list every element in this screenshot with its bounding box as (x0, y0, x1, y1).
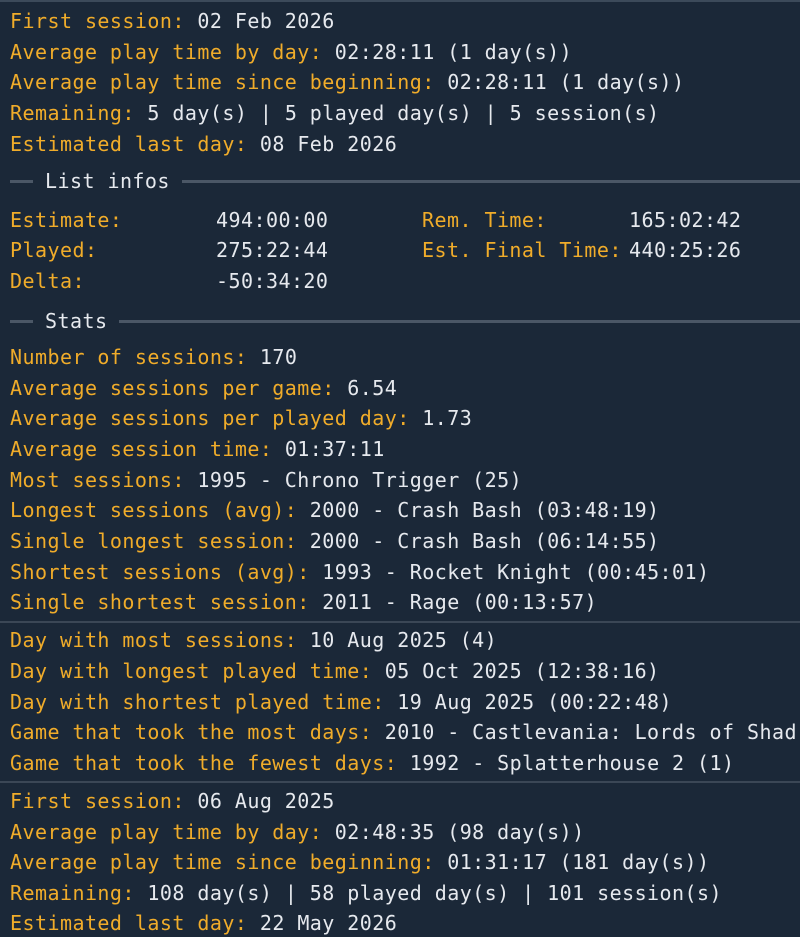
est-final-time-value: 440:25:26 (629, 238, 742, 262)
day-stats-row: Day with shortest played time: 19 Aug 20… (10, 688, 672, 716)
stats-row: Average sessions per played day: 1.73 (10, 404, 472, 432)
stats-header: Stats (0, 307, 800, 335)
header-rule (10, 319, 33, 323)
stats-row-label: Average session time: (10, 437, 273, 461)
stats-row-label: Single longest session: (10, 529, 298, 553)
avg-play-since-value: 01:31:17 (181 day(s)) (447, 850, 710, 874)
first-session-value: 02 Feb 2026 (197, 9, 335, 33)
day-stats-label: Game that took the fewest days: (10, 751, 398, 775)
stats-row-label: Number of sessions: (10, 345, 248, 369)
stats-row: Most sessions: 1995 - Chrono Trigger (25… (10, 466, 522, 494)
day-stats-value: 2010 - Castlevania: Lords of Shad (384, 720, 797, 744)
header-rule (181, 179, 800, 183)
stats-row: Longest sessions (avg): 2000 - Crash Bas… (10, 496, 660, 524)
first-session-row: First session: 02 Feb 2026 (10, 7, 335, 35)
stats-row-label: Longest sessions (avg): (10, 498, 298, 522)
stats-row-value: 2000 - Crash Bash (03:48:19) (309, 498, 660, 522)
header-rule (10, 179, 33, 183)
day-stats-value: 10 Aug 2025 (4) (309, 628, 498, 652)
remaining-label: Remaining: (10, 101, 135, 125)
avg-play-since-label: Average play time since beginning: (10, 850, 435, 874)
avg-play-by-day-value: 02:28:11 (1 day(s)) (334, 40, 573, 64)
estimated-last-day-label: Estimated last day: (10, 911, 248, 935)
first-session-label: First session: (10, 789, 185, 813)
delta-value: -50:34:20 (216, 269, 329, 293)
separator (0, 621, 800, 623)
day-stats-label: Day with shortest played time: (10, 690, 385, 714)
avg-play-since-row: Average play time since beginning: 02:28… (10, 68, 685, 96)
stats-row: Single shortest session: 2011 - Rage (00… (10, 588, 597, 616)
rem-time-label: Rem. Time: (422, 208, 547, 232)
stats-row: Single longest session: 2000 - Crash Bas… (10, 527, 660, 555)
avg-play-since-row: Average play time since beginning: 01:31… (10, 848, 710, 876)
stats-row: Average sessions per game: 6.54 (10, 374, 397, 402)
header-rule (119, 319, 800, 323)
avg-play-since-label: Average play time since beginning: (10, 70, 435, 94)
estimated-last-day-label: Estimated last day: (10, 132, 248, 156)
stats-row: Number of sessions: 170 (10, 343, 297, 371)
avg-play-by-day-row: Average play time by day: 02:48:35 (98 d… (10, 818, 585, 846)
day-stats-label: Day with most sessions: (10, 628, 298, 652)
day-stats-row: Game that took the fewest days: 1992 - S… (10, 749, 735, 777)
estimated-last-day-value: 08 Feb 2026 (259, 132, 398, 156)
stats-row-label: Average sessions per played day: (10, 406, 410, 430)
stats-row-label: Shortest sessions (avg): (10, 560, 310, 584)
day-stats-label: Day with longest played time: (10, 659, 373, 683)
first-session-value: 06 Aug 2025 (197, 789, 335, 813)
stats-title: Stats (45, 309, 108, 333)
stats-row-label: Average sessions per game: (10, 376, 335, 400)
remaining-row: Remaining: 5 day(s) | 5 played day(s) | … (10, 99, 660, 127)
estimate-label: Estimate: (10, 208, 123, 232)
list-infos-title: List infos (45, 169, 170, 193)
est-final-time-label: Est. Final Time: (422, 238, 622, 262)
avg-play-by-day-label: Average play time by day: (10, 820, 323, 844)
first-session-label: First session: (10, 9, 185, 33)
remaining-value: 108 day(s) | 58 played day(s) | 101 sess… (147, 881, 723, 905)
played-value: 275:22:44 (216, 238, 329, 262)
day-stats-row: Day with longest played time: 05 Oct 202… (10, 657, 660, 685)
day-stats-row: Day with most sessions: 10 Aug 2025 (4) (10, 626, 497, 654)
avg-play-by-day-value: 02:48:35 (98 day(s)) (334, 820, 585, 844)
estimated-last-day-row: Estimated last day: 22 May 2026 (10, 909, 397, 937)
day-stats-value: 05 Oct 2025 (12:38:16) (384, 659, 660, 683)
stats-row-label: Single shortest session: (10, 590, 310, 614)
stats-row-value: 6.54 (347, 376, 398, 400)
delta-label: Delta: (10, 269, 85, 293)
day-stats-value: 1992 - Splatterhouse 2 (1) (409, 751, 735, 775)
list-infos-header: List infos (0, 167, 800, 195)
stats-row-value: 1.73 (422, 406, 473, 430)
stats-row-value: 2011 - Rage (00:13:57) (322, 590, 598, 614)
separator (0, 781, 800, 783)
remaining-label: Remaining: (10, 881, 135, 905)
day-stats-row: Game that took the most days: 2010 - Cas… (10, 718, 797, 746)
first-session-row: First session: 06 Aug 2025 (10, 787, 335, 815)
day-stats-value: 19 Aug 2025 (00:22:48) (397, 690, 673, 714)
stats-row: Average session time: 01:37:11 (10, 435, 385, 463)
stats-row-value: 01:37:11 (284, 437, 385, 461)
day-stats-label: Game that took the most days: (10, 720, 373, 744)
stats-row: Shortest sessions (avg): 1993 - Rocket K… (10, 558, 710, 586)
stats-row-label: Most sessions: (10, 468, 185, 492)
remaining-value: 5 day(s) | 5 played day(s) | 5 session(s… (147, 101, 660, 125)
estimated-last-day-value: 22 May 2026 (259, 911, 398, 935)
stats-row-value: 2000 - Crash Bash (06:14:55) (309, 529, 660, 553)
stats-row-value: 1995 - Chrono Trigger (25) (197, 468, 523, 492)
estimated-last-day-row: Estimated last day: 08 Feb 2026 (10, 130, 397, 158)
estimate-value: 494:00:00 (216, 208, 329, 232)
avg-play-since-value: 02:28:11 (1 day(s)) (447, 70, 685, 94)
stats-row-value: 1993 - Rocket Knight (00:45:01) (322, 560, 710, 584)
avg-play-by-day-label: Average play time by day: (10, 40, 323, 64)
rem-time-value: 165:02:42 (629, 208, 742, 232)
played-label: Played: (10, 238, 98, 262)
stats-row-value: 170 (259, 345, 298, 369)
avg-play-by-day-row: Average play time by day: 02:28:11 (1 da… (10, 38, 572, 66)
remaining-row: Remaining: 108 day(s) | 58 played day(s)… (10, 879, 722, 907)
